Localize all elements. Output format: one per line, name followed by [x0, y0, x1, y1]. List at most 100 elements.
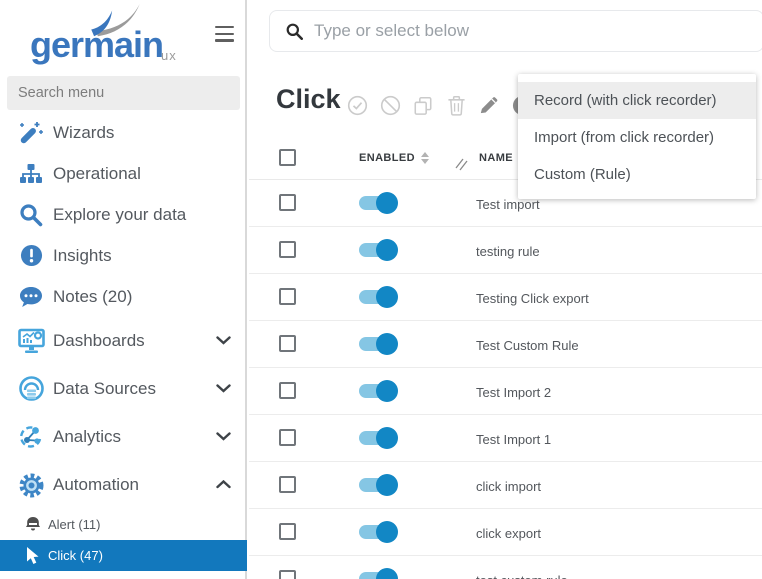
enabled-toggle[interactable]: [359, 192, 398, 214]
row-checkbox[interactable]: [279, 194, 296, 211]
magnifier-icon: [17, 203, 45, 227]
table-body: Test import testing rule Testing Click e…: [249, 180, 762, 579]
rule-name: Test Import 1: [476, 432, 552, 447]
pencil-icon[interactable]: [478, 94, 500, 116]
sidebar-item-automation[interactable]: Automation: [0, 461, 247, 509]
toolbar: [346, 94, 533, 116]
column-header-name[interactable]: NAME: [479, 152, 513, 164]
sidebar-search-input[interactable]: [7, 76, 240, 110]
sidebar-item-label: Analytics: [53, 427, 122, 446]
copy-icon[interactable]: [412, 94, 434, 116]
sidebar-nav: Wizards Operational Explore your data In…: [0, 112, 247, 571]
enabled-column-label: ENABLED: [359, 152, 415, 164]
table-row[interactable]: Test Import 1: [249, 415, 762, 462]
rule-name: Testing Click export: [476, 291, 589, 306]
sidebar: germain ux Wizards: [0, 0, 247, 579]
row-checkbox[interactable]: [279, 241, 296, 258]
rule-name: Test Custom Rule: [476, 338, 579, 353]
sort-icon: [420, 152, 429, 164]
add-rule-dropdown-menu: Record (with click recorder) Import (fro…: [518, 74, 756, 199]
sidebar-item-label: Alert (11): [48, 517, 101, 532]
check-circle-icon[interactable]: [346, 94, 368, 116]
table-row[interactable]: testing rule: [249, 227, 762, 274]
row-checkbox[interactable]: [279, 382, 296, 399]
enabled-toggle[interactable]: [359, 474, 398, 496]
germain-logo[interactable]: germain ux: [28, 0, 188, 70]
sidebar-item-label: Insights: [53, 245, 112, 265]
sidebar-item-label: Click (47): [48, 548, 103, 563]
menu-item-import[interactable]: Import (from click recorder): [518, 119, 756, 156]
row-checkbox[interactable]: [279, 335, 296, 352]
page-title: Click: [276, 84, 341, 114]
table-row[interactable]: test custom rule: [249, 556, 762, 579]
ban-icon[interactable]: [379, 94, 401, 116]
menu-item-record[interactable]: Record (with click recorder): [518, 82, 756, 119]
enabled-toggle[interactable]: [359, 286, 398, 308]
sidebar-item-wizards[interactable]: Wizards: [0, 112, 247, 153]
top-search-input[interactable]: [314, 11, 755, 51]
sidebar-item-label: Notes (20): [53, 286, 133, 306]
search-icon: [286, 23, 303, 40]
enabled-toggle[interactable]: [359, 568, 398, 579]
sidebar-item-data-sources[interactable]: Data Sources: [0, 365, 247, 413]
app-window: germain ux Wizards: [0, 0, 762, 579]
sidebar-item-label: Wizards: [53, 122, 115, 142]
rule-name: click export: [476, 526, 542, 541]
database-icon: [17, 375, 45, 403]
cursor-icon: [24, 546, 42, 565]
chevron-down-icon: [216, 380, 231, 398]
top-search-bar: [269, 10, 762, 52]
chevron-down-icon: [216, 428, 231, 446]
gear-icon: [17, 472, 45, 499]
sidebar-item-notes[interactable]: Notes (20): [0, 276, 247, 317]
enabled-toggle[interactable]: [359, 333, 398, 355]
dashboard-monitor-icon: [17, 328, 45, 354]
trash-icon[interactable]: [445, 94, 467, 116]
sidebar-item-label: Dashboards: [53, 331, 145, 350]
table-row[interactable]: click export: [249, 509, 762, 556]
bell-icon: [24, 517, 42, 532]
sidebar-item-operational[interactable]: Operational: [0, 153, 247, 194]
rule-name: Test import: [476, 197, 540, 212]
chevron-up-icon: [216, 476, 231, 494]
sidebar-item-click[interactable]: Click (47): [0, 540, 247, 571]
sidebar-item-label: Data Sources: [53, 379, 156, 398]
sidebar-item-label: Explore your data: [53, 204, 187, 224]
menu-item-custom[interactable]: Custom (Rule): [518, 156, 756, 193]
chevron-down-icon: [216, 332, 231, 350]
sitemap-icon: [17, 162, 45, 186]
sidebar-item-analytics[interactable]: Analytics: [0, 413, 247, 461]
logo-text: germain: [30, 24, 164, 65]
sidebar-item-alert[interactable]: Alert (11): [0, 509, 247, 540]
sidebar-item-label: Operational: [53, 163, 141, 183]
table-row[interactable]: Test Custom Rule: [249, 321, 762, 368]
table-row[interactable]: click import: [249, 462, 762, 509]
enabled-toggle[interactable]: [359, 427, 398, 449]
sidebar-item-insights[interactable]: Insights: [0, 235, 247, 276]
row-checkbox[interactable]: [279, 476, 296, 493]
enabled-toggle[interactable]: [359, 521, 398, 543]
enabled-toggle[interactable]: [359, 380, 398, 402]
table-row[interactable]: Test Import 2: [249, 368, 762, 415]
exclamation-circle-icon: [17, 244, 45, 267]
row-checkbox[interactable]: [279, 288, 296, 305]
row-checkbox[interactable]: [279, 570, 296, 579]
magic-wand-icon: [17, 121, 45, 145]
sidebar-item-explore[interactable]: Explore your data: [0, 194, 247, 235]
row-checkbox[interactable]: [279, 523, 296, 540]
logo-area: germain ux: [0, 0, 247, 74]
select-all-checkbox[interactable]: [279, 149, 296, 166]
logo-sub-text: ux: [161, 48, 177, 63]
chat-bubble-icon: [17, 286, 45, 308]
column-resize-grip-icon[interactable]: [454, 157, 469, 177]
column-header-enabled[interactable]: ENABLED: [359, 152, 429, 164]
sidebar-item-label: Automation: [53, 475, 139, 494]
row-checkbox[interactable]: [279, 429, 296, 446]
enabled-toggle[interactable]: [359, 239, 398, 261]
rule-name: test custom rule: [476, 573, 568, 579]
hamburger-menu-icon[interactable]: [215, 26, 234, 43]
rule-name: testing rule: [476, 244, 540, 259]
rule-name: Test Import 2: [476, 385, 552, 400]
table-row[interactable]: Testing Click export: [249, 274, 762, 321]
sidebar-item-dashboards[interactable]: Dashboards: [0, 317, 247, 365]
